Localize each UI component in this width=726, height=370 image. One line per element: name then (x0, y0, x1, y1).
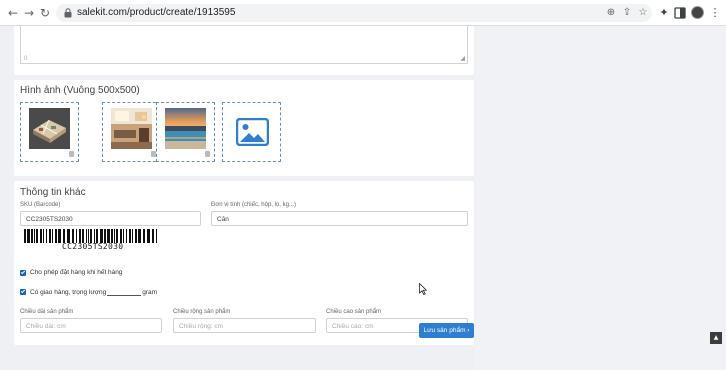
right-panel (475, 26, 726, 370)
barcode-bar (82, 229, 84, 243)
zoom-icon[interactable]: ⊕ (605, 7, 617, 19)
living-room-image (111, 108, 152, 149)
barcode-bar (46, 229, 47, 243)
barcode-bar (107, 229, 110, 243)
other-info-title: Thông tin khác (20, 187, 86, 198)
scroll-to-top-icon[interactable]: ▲ (710, 332, 722, 344)
description-textarea[interactable]: 0 ◢ (20, 26, 468, 64)
add-image-button[interactable] (222, 102, 281, 162)
page-viewport: 0 ◢ Hình ảnh (Vuông 500x500) Thông tin k… (0, 26, 726, 370)
barcode-bar (129, 229, 131, 243)
reload-icon[interactable]: ↻ (38, 6, 52, 20)
barcode-bar (58, 229, 61, 243)
barcode-bar (152, 229, 154, 243)
char-count: 0 (24, 56, 28, 62)
shipping-label-suffix: gram (142, 289, 158, 296)
barcode-bar (88, 229, 89, 243)
resize-grip-icon[interactable]: ◢ (460, 55, 465, 62)
lock-icon[interactable] (64, 8, 72, 18)
image-placeholder-icon (236, 118, 269, 146)
barcode-bar (52, 229, 53, 243)
barcode-bar (49, 229, 51, 243)
barcode-bar (55, 229, 57, 243)
barcode-bar (63, 229, 65, 243)
barcode-text: CC2305TS2030 (62, 242, 124, 251)
image-slot-1[interactable] (20, 102, 79, 162)
barcode-bar (90, 229, 92, 243)
unit-input[interactable]: Căn (211, 211, 468, 226)
shipping-label: Có giao hàng, trọng lượng gram (30, 288, 157, 296)
other-info-card: Thông tin khác SKU (Barcode) CC2305TS203… (14, 181, 474, 345)
description-card: 0 ◢ (14, 26, 474, 75)
barcode-bar (147, 229, 150, 243)
image-slot-2[interactable] (102, 102, 161, 162)
barcode-bar (143, 229, 145, 243)
forward-icon[interactable]: → (22, 6, 36, 20)
mouse-cursor-icon (419, 283, 427, 295)
images-card: Hình ảnh (Vuông 500x500) (14, 80, 474, 176)
floorplan-3d-image (29, 108, 70, 149)
sku-label: SKU (Barcode) (20, 202, 61, 208)
length-label: Chiều dài sản phẩm (20, 309, 74, 315)
barcode-bar (76, 229, 77, 243)
rooftop-pool-sunset-image (165, 108, 206, 149)
browser-toolbar: ← → ↻ salekit.com/product/create/1913595… (0, 0, 726, 26)
barcode-bar (111, 229, 113, 243)
weight-input[interactable] (107, 288, 142, 296)
barcode-bar (123, 229, 124, 243)
url-text[interactable]: salekit.com/product/create/1913595 (77, 7, 235, 18)
barcode-bar (72, 229, 74, 243)
allow-order-label[interactable]: Cho phép đặt hàng khi hết hàng (30, 269, 123, 276)
star-icon[interactable]: ☆ (637, 7, 649, 19)
barcode-bar (138, 229, 141, 243)
shipping-checkbox[interactable] (20, 289, 26, 295)
menu-icon[interactable]: ⋮ (708, 6, 722, 20)
barcode-bar (156, 229, 157, 243)
barcode-bar (120, 229, 122, 243)
back-icon[interactable]: ← (6, 6, 20, 20)
trash-icon[interactable] (205, 151, 210, 157)
barcode-bar (24, 229, 26, 243)
shipping-label-prefix[interactable]: Có giao hàng, trọng lượng (30, 289, 106, 296)
height-label: Chiều cao sản phẩm (326, 309, 382, 315)
barcode-bar (31, 229, 33, 243)
save-product-button[interactable]: Lưu sản phẩm › (419, 323, 474, 338)
barcode-bar (86, 229, 87, 243)
barcode-image (24, 229, 157, 243)
avatar[interactable] (691, 6, 704, 19)
barcode-bar (43, 229, 44, 243)
barcode-bar (135, 229, 137, 243)
barcode-bar (94, 229, 95, 243)
images-title: Hình ảnh (Vuông 500x500) (20, 85, 140, 96)
barcode-bar (126, 229, 127, 243)
barcode-bar (40, 229, 42, 243)
width-label: Chiều rộng sản phẩm (173, 309, 231, 315)
barcode-bar (67, 229, 70, 243)
extensions-icon[interactable]: ✦ (657, 6, 671, 20)
barcode-bar (96, 229, 98, 243)
trash-icon[interactable] (69, 151, 74, 157)
barcode-bar (104, 229, 106, 243)
width-input[interactable]: Chiều rộng: cm (173, 318, 316, 333)
allow-order-checkbox[interactable] (20, 270, 26, 276)
sidebar-icon[interactable] (674, 7, 686, 19)
barcode-bar (132, 229, 133, 243)
barcode-bar (79, 229, 81, 243)
barcode-bar (27, 229, 30, 243)
address-bar[interactable]: salekit.com/product/create/1913595 ⊕ ⇪ ☆ (56, 4, 652, 22)
share-icon[interactable]: ⇪ (621, 7, 633, 19)
length-input[interactable]: Chiều dài: cm (20, 318, 162, 333)
unit-label: Đơn vị tính (chiếc, hộp, lọ, kg...) (211, 202, 296, 208)
barcode-bar (34, 229, 35, 243)
barcode-bar (116, 229, 118, 243)
image-slot-3[interactable] (156, 102, 215, 162)
barcode-bar (100, 229, 103, 243)
sku-input[interactable]: CC2305TS2030 (20, 211, 201, 226)
barcode-bar (36, 229, 38, 243)
barcode-bar (114, 229, 115, 243)
